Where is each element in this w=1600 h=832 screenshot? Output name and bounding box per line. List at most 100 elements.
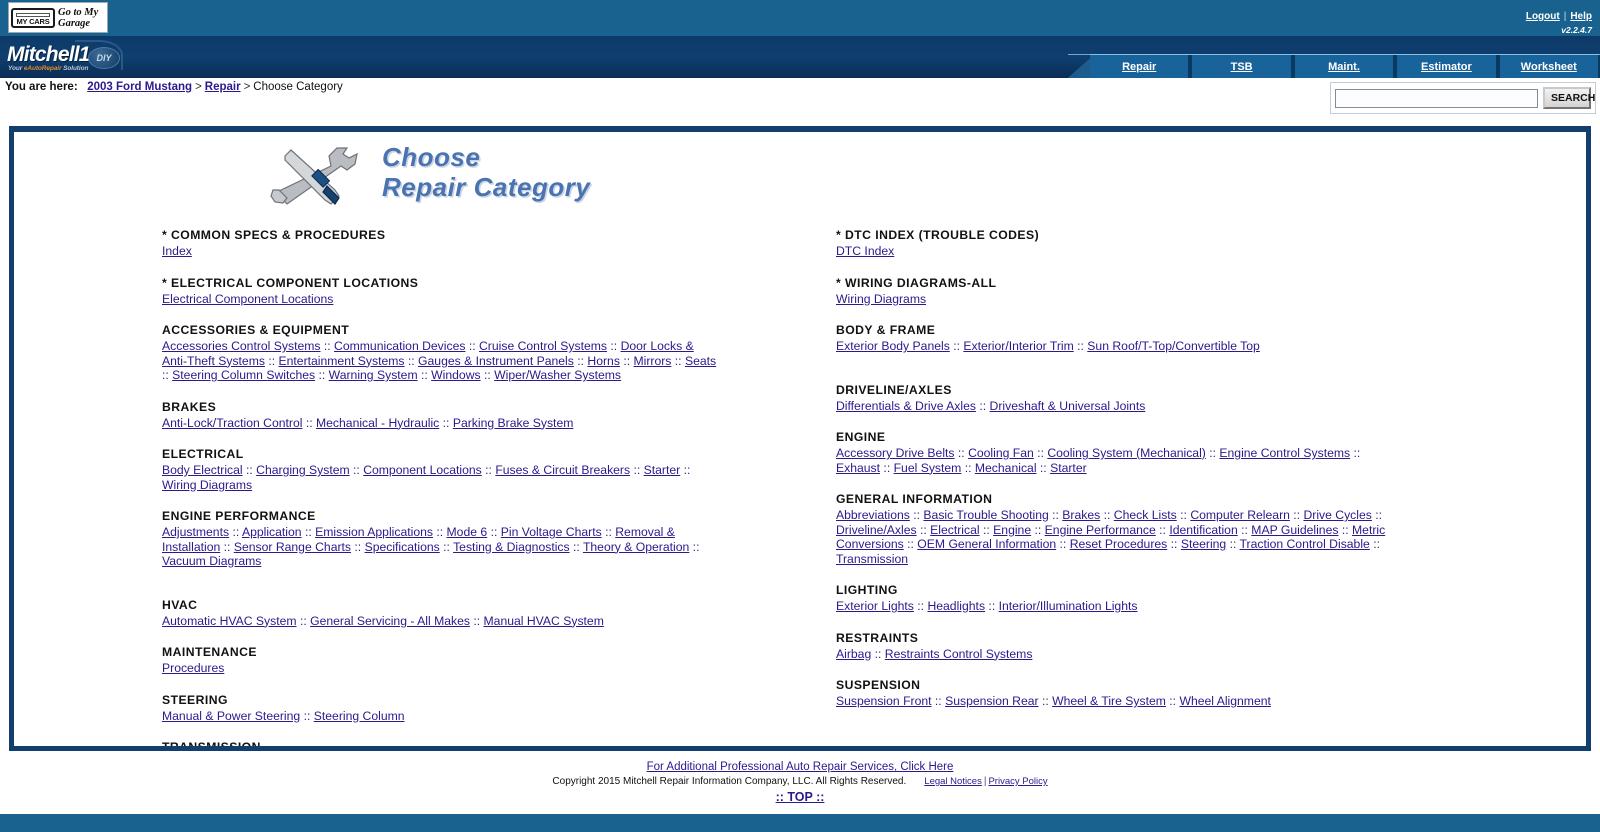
category-link[interactable]: Transmission xyxy=(836,552,908,566)
category-link[interactable]: Manual & Power Steering xyxy=(162,709,300,723)
category-link[interactable]: General Servicing - All Makes xyxy=(310,614,470,628)
category-link[interactable]: Accessory Drive Belts xyxy=(836,446,955,460)
category-link[interactable]: Charging System xyxy=(256,463,349,477)
category-link[interactable]: Automatic HVAC System xyxy=(162,614,297,628)
logout-link[interactable]: Logout xyxy=(1526,11,1560,22)
category-link[interactable]: Electrical Component Locations xyxy=(162,292,333,306)
breadcrumb-repair-link[interactable]: Repair xyxy=(205,81,241,93)
category-link[interactable]: Cooling System (Mechanical) xyxy=(1047,446,1206,460)
category-link[interactable]: Communication Devices xyxy=(334,339,465,353)
search-button[interactable]: SEARCH xyxy=(1543,87,1595,109)
category-link[interactable]: Parking Brake System xyxy=(453,416,574,430)
category-link[interactable]: Restraints Control Systems xyxy=(885,647,1033,661)
category-link[interactable]: Windows xyxy=(431,368,480,382)
category-link[interactable]: Engine Performance xyxy=(1045,523,1156,537)
category-link[interactable]: Electrical xyxy=(930,523,979,537)
category-link[interactable]: Wiper/Washer Systems xyxy=(494,368,621,382)
category-link[interactable]: Drive Cycles xyxy=(1303,508,1371,522)
nav-tab-label[interactable]: TSB xyxy=(1231,61,1253,73)
breadcrumb-vehicle-link[interactable]: 2003 Ford Mustang xyxy=(87,81,192,93)
category-link[interactable]: Computer Relearn xyxy=(1190,508,1290,522)
nav-tab-tsb[interactable]: TSB xyxy=(1190,55,1293,78)
category-link[interactable]: Application xyxy=(242,525,302,539)
category-link[interactable]: Horns xyxy=(587,354,620,368)
category-link[interactable]: Body Electrical xyxy=(162,463,243,477)
category-link[interactable]: Headlights xyxy=(927,599,985,613)
category-link[interactable]: Pin Voltage Charts xyxy=(501,525,602,539)
nav-tab-label[interactable]: Worksheet xyxy=(1521,61,1577,73)
category-link[interactable]: Fuses & Circuit Breakers xyxy=(495,463,630,477)
category-link[interactable]: Vacuum Diagrams xyxy=(162,554,261,568)
category-link[interactable]: Abbreviations xyxy=(836,508,910,522)
category-link[interactable]: Mirrors xyxy=(633,354,671,368)
category-link[interactable]: Exterior/Interior Trim xyxy=(963,339,1073,353)
category-link[interactable]: Adjustments xyxy=(162,525,229,539)
category-link[interactable]: Starter xyxy=(644,463,681,477)
category-link[interactable]: Seats xyxy=(685,354,716,368)
category-link[interactable]: Specifications xyxy=(365,540,440,554)
category-link[interactable]: Steering Column Switches xyxy=(172,368,315,382)
nav-tab-label[interactable]: Maint. xyxy=(1328,61,1360,73)
category-link[interactable]: Reset Procedures xyxy=(1070,537,1168,551)
additional-services-link[interactable]: For Additional Professional Auto Repair … xyxy=(647,761,954,773)
category-link[interactable]: Exterior Lights xyxy=(836,599,914,613)
category-link[interactable]: Manual HVAC System xyxy=(484,614,604,628)
nav-tab-label[interactable]: Repair xyxy=(1122,61,1156,73)
category-link[interactable]: Exterior Body Panels xyxy=(836,339,950,353)
category-link[interactable]: Suspension Rear xyxy=(945,694,1039,708)
help-link[interactable]: Help xyxy=(1570,11,1592,22)
category-link[interactable]: Airbag xyxy=(836,647,871,661)
category-link[interactable]: Testing & Diagnostics xyxy=(453,540,570,554)
category-link[interactable]: Differentials & Drive Axles xyxy=(836,399,976,413)
category-link[interactable]: Entertainment Systems xyxy=(279,354,405,368)
category-link[interactable]: Mechanical xyxy=(975,461,1037,475)
mitchell1-logo[interactable]: Mitchell1 Your eAutoRepair Solution DIY xyxy=(5,39,123,75)
category-link[interactable]: Sensor Range Charts xyxy=(234,540,351,554)
category-link[interactable]: Starter xyxy=(1050,461,1087,475)
category-link[interactable]: Steering Column xyxy=(314,709,405,723)
category-link[interactable]: Gauges & Instrument Panels xyxy=(418,354,574,368)
category-link[interactable]: Identification xyxy=(1169,523,1237,537)
category-link[interactable]: Procedures xyxy=(162,661,224,675)
category-link[interactable]: OEM General Information xyxy=(917,537,1056,551)
category-link[interactable]: Basic Trouble Shooting xyxy=(923,508,1048,522)
category-link[interactable]: Wheel & Tire System xyxy=(1052,694,1166,708)
category-link[interactable]: Mode 6 xyxy=(447,525,488,539)
category-link[interactable]: Cooling Fan xyxy=(968,446,1034,460)
category-link[interactable]: Driveline/Axles xyxy=(836,523,917,537)
category-link[interactable]: Theory & Operation xyxy=(583,540,689,554)
nav-tab-maint[interactable]: Maint. xyxy=(1292,55,1396,78)
nav-tab-estimator[interactable]: Estimator xyxy=(1395,55,1498,78)
category-link[interactable]: Index xyxy=(162,244,192,258)
back-to-top-link[interactable]: :: TOP :: xyxy=(776,790,825,804)
category-link[interactable]: Wiring Diagrams xyxy=(162,478,252,492)
category-link[interactable]: Engine xyxy=(993,523,1031,537)
privacy-policy-link[interactable]: Privacy Policy xyxy=(988,776,1047,787)
category-link[interactable]: Accessories Control Systems xyxy=(162,339,321,353)
category-link[interactable]: Traction Control Disable xyxy=(1240,537,1370,551)
category-link[interactable]: Wheel Alignment xyxy=(1179,694,1270,708)
category-link[interactable]: Cruise Control Systems xyxy=(479,339,607,353)
nav-tab-repair[interactable]: Repair xyxy=(1090,55,1191,78)
category-link[interactable]: Warning System xyxy=(329,368,418,382)
category-link[interactable]: DTC Index xyxy=(836,244,894,258)
category-link[interactable]: Mechanical - Hydraulic xyxy=(316,416,439,430)
category-link[interactable]: Component Locations xyxy=(363,463,482,477)
category-link[interactable]: Anti-Lock/Traction Control xyxy=(162,416,302,430)
category-link[interactable]: Suspension Front xyxy=(836,694,932,708)
category-link[interactable]: Steering xyxy=(1181,537,1226,551)
search-input[interactable] xyxy=(1335,88,1538,108)
nav-tab-label[interactable]: Estimator xyxy=(1421,61,1472,73)
category-link[interactable]: MAP Guidelines xyxy=(1251,523,1338,537)
go-to-my-garage-button[interactable]: MY CARS Go to My Garage xyxy=(8,2,108,33)
category-link[interactable]: Engine Control Systems xyxy=(1219,446,1350,460)
legal-notices-link[interactable]: Legal Notices xyxy=(924,776,982,787)
category-link[interactable]: Driveshaft & Universal Joints xyxy=(990,399,1146,413)
nav-tab-worksheet[interactable]: Worksheet xyxy=(1497,55,1600,78)
category-link[interactable]: Interior/Illumination Lights xyxy=(999,599,1138,613)
category-link[interactable]: Wiring Diagrams xyxy=(836,292,926,306)
category-link[interactable]: Fuel System xyxy=(894,461,962,475)
category-link[interactable]: Exhaust xyxy=(836,461,880,475)
category-link[interactable]: Sun Roof/T-Top/Convertible Top xyxy=(1087,339,1260,353)
category-link[interactable]: Check Lists xyxy=(1114,508,1177,522)
